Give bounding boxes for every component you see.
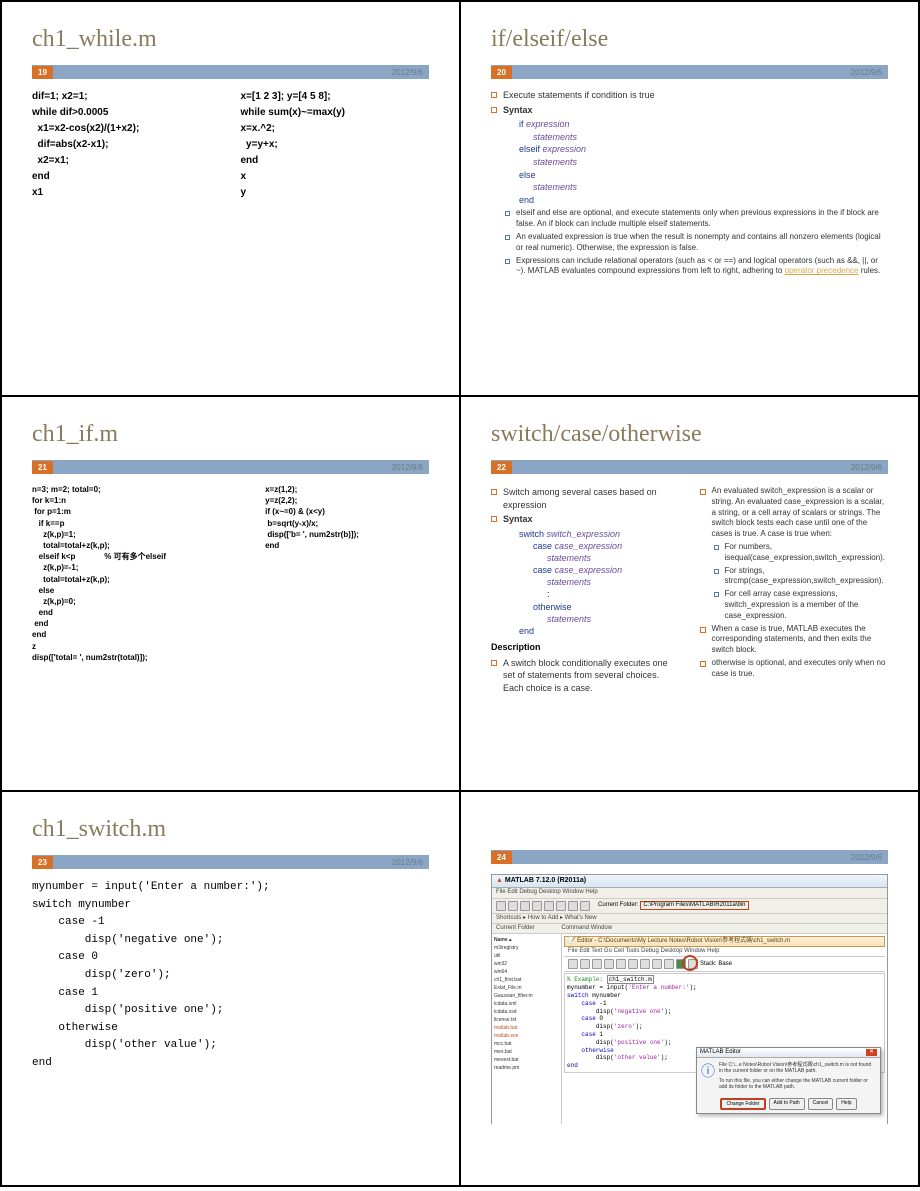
- left-col: Switch among several cases based on expr…: [491, 484, 680, 696]
- code-left: dif=1; x2=1; while dif>0.0005 x1=x2-cos(…: [32, 89, 221, 201]
- dialog-title-bar: MATLAB Editor ✕: [697, 1048, 880, 1058]
- content: Execute statements if condition is true …: [491, 89, 888, 277]
- matlab-screenshot: ▲ MATLAB 7.12.0 (R2011a) File Edit Debug…: [491, 874, 888, 1124]
- slide-grid: ch1_while.m 19 2012/9/6 dif=1; x2=1; whi…: [0, 0, 920, 1187]
- editor-toolbar[interactable]: Stack: Base: [564, 957, 885, 972]
- bullet-icon: [714, 545, 719, 550]
- header-bar: 22 2012/9/6: [491, 460, 888, 474]
- window-title: ▲ MATLAB 7.12.0 (R2011a): [492, 875, 887, 888]
- page-badge: 22: [491, 461, 512, 474]
- bullet-icon: [491, 92, 497, 98]
- shortcuts-bar[interactable]: Shortcuts ▸ How to Add ▸ What's New: [492, 914, 887, 924]
- bullet-icon: [505, 211, 510, 216]
- paste-icon[interactable]: [544, 901, 554, 911]
- slide-title: ch1_switch.m: [32, 816, 429, 843]
- syntax-block: if expression statements elseif expressi…: [491, 118, 888, 206]
- slide-date: 2012/9/6: [392, 858, 423, 867]
- current-folder-path[interactable]: C:\Program Files\MATLAB\R2011a\bin: [640, 901, 748, 910]
- info-icon: ⓘ: [701, 1062, 715, 1091]
- header-bar: 20 2012/9/6: [491, 65, 888, 79]
- help-button[interactable]: Help: [836, 1098, 856, 1110]
- cut-icon[interactable]: [592, 959, 602, 969]
- breakpoint-icon[interactable]: [652, 959, 662, 969]
- header-bar: 19 2012/9/6: [32, 65, 429, 79]
- copy-icon[interactable]: [532, 901, 542, 911]
- editor-menu[interactable]: File Edit Text Go Cell Tools Debug Deskt…: [564, 947, 885, 957]
- slide-date: 2012/9/6: [851, 68, 882, 77]
- step-icon[interactable]: [664, 959, 674, 969]
- open-icon[interactable]: [508, 901, 518, 911]
- content-columns: Switch among several cases based on expr…: [491, 484, 888, 696]
- dialog-matlab-editor: MATLAB Editor ✕ ⓘ File C:\...e Notes\Rob…: [696, 1047, 881, 1114]
- slide-date: 2012/9/6: [851, 463, 882, 472]
- code-right: x=[1 2 3]; y=[4 5 8]; while sum(x)~=max(…: [241, 89, 430, 201]
- bullet-icon: [700, 489, 706, 495]
- close-icon[interactable]: ✕: [866, 1049, 877, 1056]
- undo-icon[interactable]: [556, 901, 566, 911]
- page-badge: 23: [32, 856, 53, 869]
- bullet-icon: [714, 592, 719, 597]
- bullet-icon: [714, 569, 719, 574]
- bullet-icon: [491, 489, 497, 495]
- copy-icon[interactable]: [604, 959, 614, 969]
- find-icon[interactable]: [640, 959, 650, 969]
- slide-title: switch/case/otherwise: [491, 421, 888, 448]
- bullet-icon: [505, 259, 510, 264]
- slide-date: 2012/9/6: [392, 463, 423, 472]
- slide-title: if/elseif/else: [491, 26, 888, 53]
- dialog-body: ⓘ File C:\...e Notes\Robot Vision\参考程式碼\…: [697, 1058, 880, 1095]
- page-badge: 19: [32, 66, 53, 79]
- content-columns: n=3; m=2; total=0; for k=1:n for p=1:m i…: [32, 484, 429, 663]
- bullet-icon: [700, 661, 706, 667]
- content-columns: dif=1; x2=1; while dif>0.0005 x1=x2-cos(…: [32, 89, 429, 201]
- bullet-icon: [505, 235, 510, 240]
- header-bar: 24 2012/9/6: [491, 850, 888, 864]
- dialog-buttons: Change Folder Add to Path Cancel Help: [697, 1095, 880, 1113]
- main-panel: 📝 Editor - C:\Documents\My Lecture Notes…: [562, 934, 887, 1124]
- bullet-icon: [700, 627, 706, 633]
- slide-date: 2012/9/6: [392, 68, 423, 77]
- add-to-path-button[interactable]: Add to Path: [769, 1098, 805, 1110]
- link-operator-precedence[interactable]: operator precedence: [785, 266, 859, 275]
- change-folder-button[interactable]: Change Folder: [720, 1098, 765, 1110]
- cut-icon[interactable]: [520, 901, 530, 911]
- slide-21: ch1_if.m 21 2012/9/6 n=3; m=2; total=0; …: [1, 396, 460, 791]
- help-icon[interactable]: [580, 901, 590, 911]
- current-folder-panel[interactable]: Name ▴ m3iregistry util win32 win64 ch1_…: [492, 934, 562, 1124]
- bullet-icon: [491, 107, 497, 113]
- header-bar: 23 2012/9/6: [32, 855, 429, 869]
- save-icon[interactable]: [580, 959, 590, 969]
- page-badge: 24: [491, 851, 512, 864]
- slide-19: ch1_while.m 19 2012/9/6 dif=1; x2=1; whi…: [1, 1, 460, 396]
- slide-20: if/elseif/else 20 2012/9/6 Execute state…: [460, 1, 919, 396]
- slide-title: ch1_while.m: [32, 26, 429, 53]
- slide-23: ch1_switch.m 23 2012/9/6 mynumber = inpu…: [1, 791, 460, 1186]
- slide-22: switch/case/otherwise 22 2012/9/6 Switch…: [460, 396, 919, 791]
- right-col: An evaluated switch_expression is a scal…: [700, 484, 889, 696]
- cancel-button[interactable]: Cancel: [808, 1098, 834, 1110]
- redo-icon[interactable]: [568, 901, 578, 911]
- code-right: x=z(1,2); y=z(2,2); if (x~=0) & (x<y) b=…: [265, 484, 429, 663]
- panel-tabs: Current Folder Command Window: [492, 924, 887, 934]
- slide-24: 24 2012/9/6 ▲ MATLAB 7.12.0 (R2011a) Fil…: [460, 791, 919, 1186]
- code-block: mynumber = input('Enter a number:'); swi…: [32, 879, 429, 1073]
- menu-bar[interactable]: File Edit Debug Desktop Window Help: [492, 888, 887, 898]
- syntax-block: switch switch_expression case case_expre…: [491, 528, 680, 637]
- page-badge: 20: [491, 66, 512, 79]
- bullet-icon: [491, 660, 497, 666]
- page-badge: 21: [32, 461, 53, 474]
- toolbar[interactable]: Current Folder: C:\Program Files\MATLAB\…: [492, 899, 887, 914]
- slide-date: 2012/9/6: [851, 853, 882, 862]
- editor-title: 📝 Editor - C:\Documents\My Lecture Notes…: [564, 936, 885, 947]
- print-icon[interactable]: [628, 959, 638, 969]
- bullet-icon: [491, 516, 497, 522]
- body-panels: Name ▴ m3iregistry util win32 win64 ch1_…: [492, 934, 887, 1124]
- header-bar: 21 2012/9/6: [32, 460, 429, 474]
- code-left: n=3; m=2; total=0; for k=1:n for p=1:m i…: [32, 484, 245, 663]
- new-icon[interactable]: [568, 959, 578, 969]
- new-icon[interactable]: [496, 901, 506, 911]
- paste-icon[interactable]: [616, 959, 626, 969]
- slide-title: ch1_if.m: [32, 421, 429, 448]
